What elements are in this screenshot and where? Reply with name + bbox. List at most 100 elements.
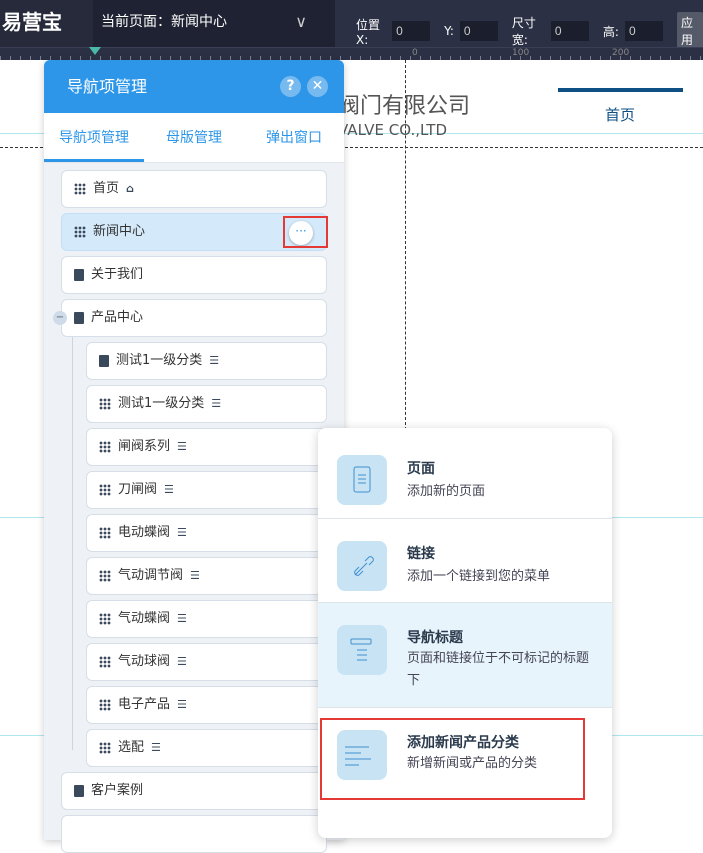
top-toolbar: 易营宝 当前页面：新闻中心 ∨ 位置 X: Y: 尺寸 宽: 高: 应用 <box>0 0 703 50</box>
highlight-box <box>320 718 585 800</box>
nav-item[interactable]: 测试1一级分类 ☰ <box>86 342 327 380</box>
list-icon: ☰ <box>164 482 174 496</box>
nav-item[interactable]: 电子产品 ☰ <box>86 686 327 724</box>
nav-active-bar <box>558 88 683 92</box>
page-doc-icon <box>99 354 109 367</box>
nav-item-label: 电动蝶阀 <box>118 524 171 540</box>
nav-item-label: 首页 <box>93 180 120 196</box>
page-doc-icon <box>74 268 84 281</box>
nav-item[interactable]: 首页 ⌂ <box>61 170 327 208</box>
nav-item-label: 闸阀系列 <box>118 438 171 454</box>
tab-popup[interactable]: 弹出窗口 <box>244 113 344 162</box>
height-label: 高: <box>602 24 619 39</box>
help-icon[interactable]: ? <box>280 76 301 97</box>
list-icon: ☰ <box>190 568 200 582</box>
option-title: 链接 <box>407 546 435 562</box>
company-name-en: VALVE CO.,LTD <box>338 121 447 139</box>
ruler-tick: 200 <box>612 48 630 58</box>
drag-grid-icon <box>99 397 111 410</box>
pos-y-label: Y: <box>444 24 454 38</box>
width-label: 尺寸 宽: <box>511 16 536 47</box>
company-name: 阀门有限公司 <box>338 94 471 119</box>
page-doc-icon <box>74 784 84 797</box>
width-input[interactable] <box>550 21 589 41</box>
nav-item[interactable] <box>61 815 327 853</box>
nav-item[interactable]: 测试1一级分类 ☰ <box>86 385 327 423</box>
ruler-marker[interactable] <box>89 47 101 55</box>
drag-grid-icon <box>99 526 111 539</box>
nav-home-link[interactable]: 首页 <box>605 104 635 125</box>
drag-grid-icon <box>99 440 111 453</box>
nav-item[interactable]: 气动球阀 ☰ <box>86 643 327 681</box>
list-icon: ☰ <box>177 525 187 539</box>
option-desc: 页面和链接位于不可标记的标题下 <box>407 651 590 688</box>
nav-item[interactable]: 气动调节阀 ☰ <box>86 557 327 595</box>
drag-grid-icon <box>99 655 111 668</box>
panel-title: 导航项管理 <box>67 77 148 96</box>
menu-option-link[interactable]: 链接 添加一个链接到您的菜单 <box>318 519 612 603</box>
nav-item-label: 刀闸阀 <box>118 481 158 497</box>
list-icon: ☰ <box>151 740 161 754</box>
list-icon: ☰ <box>177 611 187 625</box>
list-icon: ☰ <box>177 439 187 453</box>
menu-option-nav-title[interactable]: 导航标题 页面和链接位于不可标记的标题下 <box>318 603 612 708</box>
nav-item-label: 气动蝶阀 <box>118 610 171 626</box>
option-desc: 添加一个链接到您的菜单 <box>407 569 551 584</box>
drag-grid-icon <box>99 483 111 496</box>
nav-item[interactable]: 选配 ☰ <box>86 729 327 767</box>
tab-nav-items[interactable]: 导航项管理 <box>44 113 144 162</box>
nav-item-label: 关于我们 <box>91 266 144 282</box>
nav-item-label: 新闻中心 <box>93 223 146 239</box>
drag-grid-icon <box>99 612 111 625</box>
nav-item[interactable]: 产品中心 <box>61 299 327 337</box>
nav-item-label: 产品中心 <box>91 309 144 325</box>
pos-x-label: 位置 X: <box>356 17 381 47</box>
list-icon: ☰ <box>211 396 222 410</box>
ruler-tick: 100 <box>512 48 530 58</box>
nav-item-label: 电子产品 <box>118 696 171 712</box>
list-icon: ☰ <box>209 353 220 367</box>
drag-grid-icon <box>99 569 111 582</box>
apply-button[interactable]: 应用 <box>676 12 703 50</box>
nav-item[interactable]: 闸阀系列 ☰ <box>86 428 327 466</box>
menu-option-page[interactable]: 页面 添加新的页面 <box>318 428 612 519</box>
pos-y-input[interactable] <box>459 21 498 41</box>
nav-item-label: 测试1一级分类 <box>116 352 203 368</box>
height-input[interactable] <box>624 21 663 41</box>
nav-item[interactable]: 客户案例 <box>61 772 327 810</box>
link-icon <box>337 541 387 591</box>
option-title: 导航标题 <box>407 630 463 646</box>
current-page-selector[interactable]: 当前页面：新闻中心 ∨ <box>93 0 335 47</box>
tab-master[interactable]: 母版管理 <box>144 113 244 162</box>
nav-item-label: 气动球阀 <box>118 653 171 669</box>
tree-line <box>72 337 86 750</box>
logo: 易营宝 <box>0 0 93 47</box>
current-page-label: 当前页面：新闻中心 <box>101 14 227 30</box>
drag-grid-icon <box>99 698 111 711</box>
option-title: 页面 <box>407 461 435 477</box>
ruler-tick: 0 <box>412 48 418 58</box>
nav-item-label: 测试1一级分类 <box>118 395 205 411</box>
nav-item-label: 气动调节阀 <box>118 567 184 583</box>
nav-item-label: 客户案例 <box>91 782 144 798</box>
nav-item[interactable]: 电动蝶阀 ☰ <box>86 514 327 552</box>
close-icon[interactable]: ✕ <box>307 76 328 97</box>
pos-x-input[interactable] <box>392 21 431 41</box>
list-icon: ☰ <box>177 697 187 711</box>
highlight-box <box>283 216 328 248</box>
option-desc: 添加新的页面 <box>407 484 486 499</box>
position-size-fields: 位置 X: Y: 尺寸 宽: 高: 应用 <box>356 12 703 50</box>
home-icon: ⌂ <box>126 181 134 195</box>
drag-grid-icon <box>74 225 86 238</box>
nav-item[interactable]: 气动蝶阀 ☰ <box>86 600 327 638</box>
chevron-down-icon: ∨ <box>295 12 307 31</box>
list-icon: ☰ <box>177 654 187 668</box>
collapse-icon[interactable]: − <box>53 311 67 325</box>
nav-item[interactable]: 关于我们 <box>61 256 327 294</box>
drag-grid-icon <box>99 741 111 754</box>
page-icon <box>337 455 387 505</box>
ruler: 0 100 200 <box>0 47 703 60</box>
drag-grid-icon <box>74 182 86 195</box>
nav-title-icon <box>337 625 387 675</box>
nav-item[interactable]: 刀闸阀 ☰ <box>86 471 327 509</box>
